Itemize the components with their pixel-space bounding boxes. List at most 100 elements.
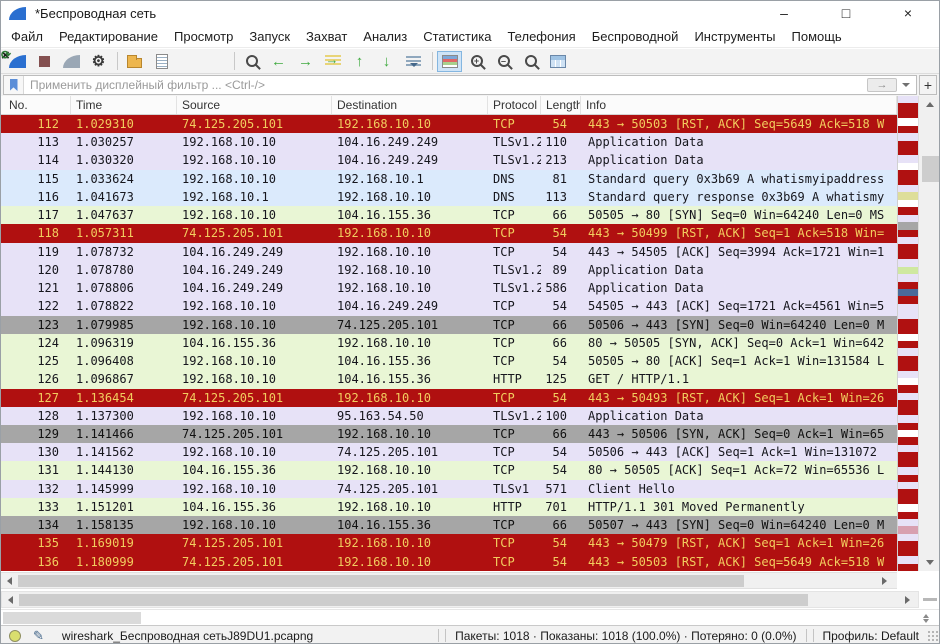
packet-row[interactable]: 1351.16901974.125.205.101192.168.10.10TC… bbox=[1, 534, 897, 552]
menu-item[interactable]: Редактирование bbox=[51, 29, 166, 44]
packet-row[interactable]: 1221.078822192.168.10.10104.16.249.249TC… bbox=[1, 297, 897, 315]
filter-dropdown-caret[interactable] bbox=[900, 78, 912, 92]
packet-row[interactable]: 1361.18099974.125.205.101192.168.10.10TC… bbox=[1, 553, 897, 571]
open-file-icon[interactable] bbox=[122, 51, 147, 72]
packet-cell-src: 104.16.155.36 bbox=[177, 498, 332, 516]
zoom-normal-icon[interactable] bbox=[518, 51, 543, 72]
packet-row[interactable]: 1161.041673192.168.10.1192.168.10.10DNS1… bbox=[1, 188, 897, 206]
expert-info-icon[interactable] bbox=[9, 630, 21, 642]
menu-item[interactable]: Статистика bbox=[415, 29, 499, 44]
scroll-left-arrow-lower[interactable] bbox=[2, 592, 18, 608]
packet-row[interactable]: 1261.096867192.168.10.10104.16.155.36HTT… bbox=[1, 370, 897, 388]
colorize-packets-icon[interactable] bbox=[437, 51, 462, 72]
menu-item[interactable]: Анализ bbox=[355, 29, 415, 44]
column-header-source[interactable]: Source bbox=[177, 96, 332, 114]
packet-row[interactable]: 1241.096319104.16.155.36192.168.10.10TCP… bbox=[1, 334, 897, 352]
display-filter-input[interactable]: Применить дисплейный фильтр ... <Ctrl-/>… bbox=[3, 75, 917, 95]
scroll-right-arrow[interactable] bbox=[877, 573, 893, 589]
packet-row[interactable]: 1301.141562192.168.10.1074.125.205.101TC… bbox=[1, 443, 897, 461]
go-back-icon[interactable]: ← bbox=[266, 51, 291, 72]
packet-row[interactable]: 1141.030320192.168.10.10104.16.249.249TL… bbox=[1, 151, 897, 169]
packet-row[interactable]: 1201.078780104.16.249.249192.168.10.10TL… bbox=[1, 261, 897, 279]
column-header-time[interactable]: Time bbox=[71, 96, 177, 114]
resize-grip[interactable] bbox=[927, 630, 939, 642]
packet-cell-proto: HTTP bbox=[488, 370, 541, 388]
close-button[interactable]: × bbox=[877, 1, 939, 25]
profile-text[interactable]: Профиль: Default bbox=[823, 629, 920, 643]
packet-row[interactable]: 1251.096408192.168.10.10104.16.155.36TCP… bbox=[1, 352, 897, 370]
vertical-scrollbar-thumb[interactable] bbox=[922, 156, 939, 182]
apply-filter-button[interactable]: → bbox=[867, 78, 897, 92]
packet-row[interactable]: 1191.078732104.16.249.249192.168.10.10TC… bbox=[1, 243, 897, 261]
minimap-stripe bbox=[898, 155, 918, 162]
close-file-icon[interactable] bbox=[176, 51, 201, 72]
packet-row[interactable]: 1311.144130104.16.155.36192.168.10.10TCP… bbox=[1, 461, 897, 479]
packet-cell-dst: 104.16.155.36 bbox=[332, 352, 488, 370]
go-forward-icon[interactable]: → bbox=[293, 51, 318, 72]
column-header-destination[interactable]: Destination bbox=[332, 96, 488, 114]
menu-item[interactable]: Беспроводной bbox=[584, 29, 687, 44]
packet-row[interactable]: 1121.02931074.125.205.101192.168.10.10TC… bbox=[1, 115, 897, 133]
packet-minimap[interactable] bbox=[897, 96, 918, 571]
packet-cell-dst: 192.168.10.10 bbox=[332, 224, 488, 242]
capture-comment-icon[interactable] bbox=[33, 628, 44, 644]
maximize-button[interactable]: □ bbox=[815, 1, 877, 25]
packet-cell-dst: 104.16.249.249 bbox=[332, 133, 488, 151]
horizontal-scrollbar-thumb-lower[interactable] bbox=[19, 594, 808, 606]
menu-item[interactable]: Захват bbox=[298, 29, 355, 44]
zoom-out-icon[interactable]: – bbox=[491, 51, 516, 72]
packet-row[interactable]: 1151.033624192.168.10.10192.168.10.1DNS8… bbox=[1, 170, 897, 188]
packet-row[interactable]: 1341.158135192.168.10.10104.16.155.36TCP… bbox=[1, 516, 897, 534]
zoom-in-icon[interactable]: + bbox=[464, 51, 489, 72]
column-header-protocol[interactable]: Protocol bbox=[488, 96, 541, 114]
menu-item[interactable]: Инструменты bbox=[686, 29, 783, 44]
packet-cell-proto: TLSv1.2 bbox=[488, 261, 541, 279]
minimize-button[interactable]: – bbox=[753, 1, 815, 25]
reload-file-icon[interactable] bbox=[203, 51, 228, 72]
resize-columns-icon[interactable] bbox=[545, 51, 570, 72]
menu-item[interactable]: Телефония bbox=[499, 29, 583, 44]
packet-cell-src: 104.16.249.249 bbox=[177, 243, 332, 261]
scroll-up-arrow[interactable] bbox=[919, 96, 940, 112]
packet-row[interactable]: 1211.078806104.16.249.249192.168.10.10TL… bbox=[1, 279, 897, 297]
go-first-packet-icon[interactable]: ↑ bbox=[347, 51, 372, 72]
restart-capture-icon[interactable] bbox=[59, 51, 84, 72]
column-header-length[interactable]: Length bbox=[541, 96, 581, 114]
packet-cell-dst: 74.125.205.101 bbox=[332, 316, 488, 334]
packet-row[interactable]: 1171.047637192.168.10.10104.16.155.36TCP… bbox=[1, 206, 897, 224]
go-last-packet-icon[interactable]: ↓ bbox=[374, 51, 399, 72]
packet-row[interactable]: 1321.145999192.168.10.1074.125.205.101TL… bbox=[1, 480, 897, 498]
menu-item[interactable]: Просмотр bbox=[166, 29, 241, 44]
add-filter-button[interactable]: + bbox=[919, 75, 937, 95]
pane-splitter-handle[interactable] bbox=[923, 598, 937, 601]
save-file-icon[interactable] bbox=[149, 51, 174, 72]
go-to-packet-icon[interactable] bbox=[320, 51, 345, 72]
packet-row[interactable]: 1271.13645474.125.205.101192.168.10.10TC… bbox=[1, 389, 897, 407]
find-packet-icon[interactable] bbox=[239, 51, 264, 72]
packet-row[interactable]: 1291.14146674.125.205.101192.168.10.10TC… bbox=[1, 425, 897, 443]
menu-item[interactable]: Помощь bbox=[784, 29, 850, 44]
packet-cell-len: 66 bbox=[541, 206, 581, 224]
scroll-down-arrow[interactable] bbox=[919, 555, 940, 571]
horizontal-scrollbar-lower[interactable] bbox=[1, 591, 919, 608]
packet-row[interactable]: 1281.137300192.168.10.1095.163.54.50TLSv… bbox=[1, 407, 897, 425]
column-header-no[interactable]: No. bbox=[1, 96, 71, 114]
packet-row[interactable]: 1131.030257192.168.10.10104.16.249.249TL… bbox=[1, 133, 897, 151]
capture-options-icon[interactable]: ⚙ bbox=[86, 51, 111, 72]
scroll-left-arrow[interactable] bbox=[1, 573, 17, 589]
packet-cell-src: 104.16.249.249 bbox=[177, 261, 332, 279]
scroll-right-arrow-lower[interactable] bbox=[900, 592, 916, 608]
menu-item[interactable]: Файл bbox=[3, 29, 51, 44]
column-header-info[interactable]: Info bbox=[581, 96, 897, 114]
horizontal-scrollbar-thumb[interactable] bbox=[18, 575, 744, 587]
auto-scroll-icon[interactable] bbox=[401, 51, 426, 72]
packet-row[interactable]: 1231.079985192.168.10.1074.125.205.101TC… bbox=[1, 316, 897, 334]
filter-bookmark-button[interactable] bbox=[4, 76, 24, 94]
packet-row[interactable]: 1181.05731174.125.205.101192.168.10.10TC… bbox=[1, 224, 897, 242]
vertical-scrollbar[interactable] bbox=[918, 96, 940, 571]
horizontal-scrollbar-list[interactable] bbox=[1, 572, 897, 589]
pane-spin-handle[interactable] bbox=[923, 611, 929, 626]
stop-capture-icon[interactable] bbox=[32, 51, 57, 72]
menu-item[interactable]: Запуск bbox=[241, 29, 298, 44]
packet-row[interactable]: 1331.151201104.16.155.36192.168.10.10HTT… bbox=[1, 498, 897, 516]
